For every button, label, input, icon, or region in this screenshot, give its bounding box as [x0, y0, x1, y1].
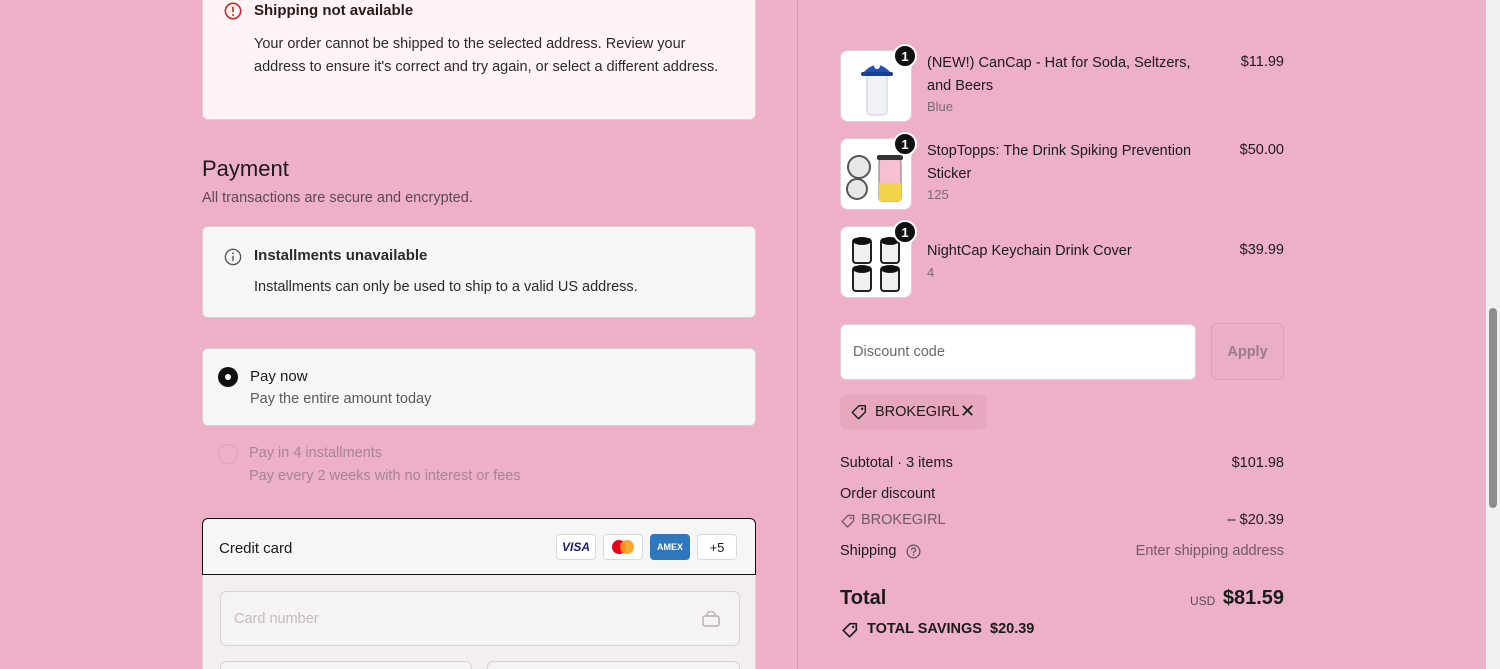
tag-icon	[841, 514, 855, 528]
order-discount-code: BROKEGIRL	[861, 512, 946, 528]
shipping-error-alert: Shipping not available Your order cannot…	[202, 0, 756, 120]
shipping-error-title: Shipping not available	[254, 2, 414, 19]
help-icon[interactable]	[906, 544, 921, 559]
payment-heading: Payment	[202, 156, 289, 181]
security-code-field[interactable]	[487, 661, 740, 669]
installments-info-alert: Installments unavailable Installments ca…	[202, 226, 756, 318]
item-title: StopTopps: The Drink Spiking Prevention …	[927, 143, 1192, 182]
pay-installments-label: Pay in 4 installments	[249, 445, 382, 461]
apply-discount-button[interactable]: Apply	[1211, 323, 1284, 380]
total-currency: USD	[1190, 594, 1216, 608]
credit-card-option[interactable]: Credit card VISA AMEX +5	[202, 518, 756, 575]
pay-installments-radio[interactable]	[218, 444, 238, 464]
shipping-row: Shipping Enter shipping address	[840, 543, 1284, 559]
info-icon	[224, 248, 242, 266]
total-value: $81.59	[1222, 587, 1284, 609]
discount-code-field[interactable]: Discount code	[840, 324, 1196, 380]
visa-icon: VISA	[556, 534, 596, 560]
amex-icon: AMEX	[650, 534, 690, 560]
item-title: (NEW!) CanCap - Hat for Soda, Seltzers, …	[927, 55, 1191, 94]
pay-now-option[interactable]: Pay now Pay the entire amount today	[202, 348, 756, 426]
mastercard-icon	[603, 534, 643, 560]
tag-icon	[842, 622, 858, 638]
savings-text: TOTAL SAVINGS $20.39	[867, 621, 1034, 637]
line-item: 1 NightCap Keychain Drink Cover 4 $39.99	[840, 220, 1284, 298]
pay-now-label: Pay now	[250, 368, 308, 385]
order-discount-label: Order discount	[840, 486, 936, 502]
savings-value: $20.39	[990, 621, 1035, 637]
lock-icon	[702, 611, 720, 627]
remove-code-close-icon[interactable]: ✕	[960, 401, 975, 422]
item-price: $11.99	[1240, 54, 1284, 70]
expiry-field[interactable]	[220, 661, 472, 669]
quantity-badge: 1	[893, 220, 917, 244]
pay-now-desc: Pay the entire amount today	[250, 391, 432, 407]
credit-card-form: Card number	[202, 575, 756, 669]
column-divider	[797, 0, 798, 669]
item-title: NightCap Keychain Drink Cover	[927, 243, 1132, 259]
discount-code-placeholder: Discount code	[853, 344, 945, 360]
error-icon	[224, 2, 242, 20]
quantity-badge: 1	[893, 44, 917, 68]
installments-info-body: Installments can only be used to ship to…	[254, 279, 638, 295]
total-label: Total	[840, 587, 887, 609]
scrollbar[interactable]	[1486, 0, 1500, 669]
item-variant: Blue	[927, 99, 954, 114]
order-discount-row: Order discount	[840, 486, 1284, 502]
item-price: $50.00	[1239, 142, 1284, 158]
applied-code-text: BROKEGIRL	[875, 404, 960, 420]
item-variant: 125	[927, 187, 949, 202]
order-discount-value: – $20.39	[1227, 512, 1284, 528]
savings-label: TOTAL SAVINGS	[867, 621, 982, 637]
line-item: 1 StopTopps: The Drink Spiking Preventio…	[840, 132, 1284, 210]
item-variant: 4	[927, 265, 935, 280]
installments-info-title: Installments unavailable	[254, 247, 428, 264]
more-cards-badge: +5	[697, 534, 737, 560]
subtotal-row: Subtotal · 3 items $101.98	[840, 455, 1284, 471]
scrollbar-thumb[interactable]	[1489, 308, 1497, 508]
line-item: 1 (NEW!) CanCap - Hat for Soda, Seltzers…	[840, 44, 1284, 122]
subtotal-label: Subtotal · 3 items	[840, 455, 953, 471]
pay-installments-option[interactable]: Pay in 4 installments Pay every 2 weeks …	[202, 436, 756, 496]
credit-card-label: Credit card	[219, 540, 293, 557]
subtotal-value: $101.98	[1231, 455, 1284, 471]
shipping-value: Enter shipping address	[1135, 543, 1284, 559]
item-price: $39.99	[1239, 242, 1284, 258]
quantity-badge: 1	[893, 132, 917, 156]
pay-installments-desc: Pay every 2 weeks with no interest or fe…	[249, 468, 521, 484]
pay-now-radio[interactable]	[218, 367, 238, 387]
card-number-placeholder: Card number	[234, 611, 319, 627]
tag-icon	[851, 405, 866, 420]
shipping-error-body: Your order cannot be shipped to the sele…	[254, 36, 719, 75]
card-number-field[interactable]: Card number	[220, 591, 740, 646]
shipping-label: Shipping	[840, 543, 897, 559]
payment-subtitle: All transactions are secure and encrypte…	[202, 190, 473, 206]
applied-discount-chip: BROKEGIRL ✕	[840, 395, 987, 429]
